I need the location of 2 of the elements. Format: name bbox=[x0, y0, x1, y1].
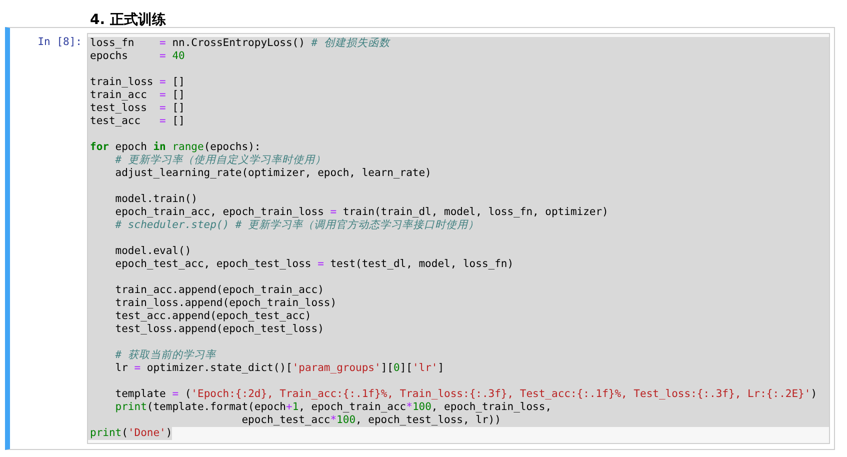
cell-prompt: In [8]: bbox=[36, 35, 83, 50]
section-heading: 4. 正式训练 bbox=[89, 11, 167, 27]
